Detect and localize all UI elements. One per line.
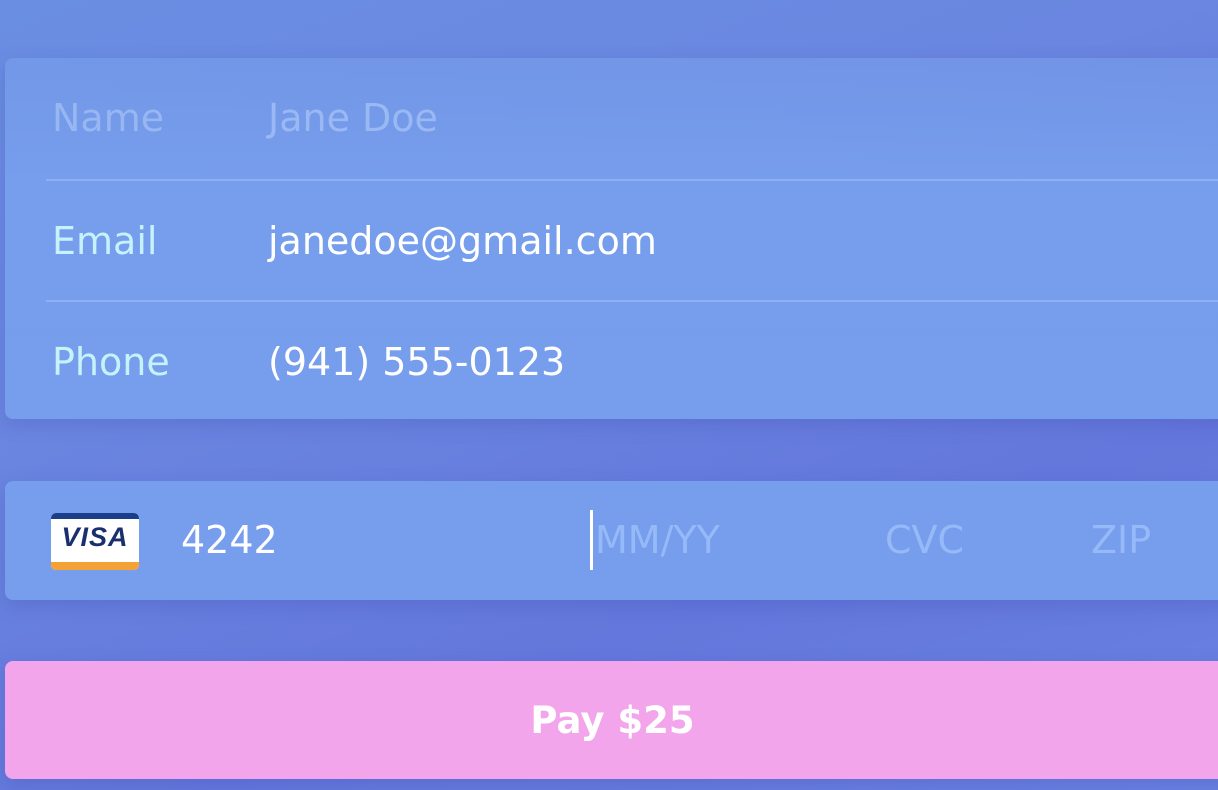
visa-bottom-stripe bbox=[51, 562, 139, 570]
zip-field[interactable]: ZIP bbox=[1091, 481, 1151, 600]
name-label: Name bbox=[52, 96, 165, 140]
pay-button-label: Pay $25 bbox=[530, 698, 695, 742]
visa-card-icon: VISA bbox=[51, 513, 139, 570]
email-row[interactable]: Email janedoe@gmail.com bbox=[46, 179, 1218, 301]
contact-card: Name Jane Doe Email janedoe@gmail.com Ph… bbox=[5, 58, 1218, 419]
card-number-field[interactable]: 4242 bbox=[181, 481, 481, 600]
cvc-field[interactable]: CVC bbox=[885, 481, 964, 600]
name-field[interactable]: Jane Doe bbox=[268, 96, 438, 140]
card-input[interactable]: VISA 4242 MM/YY CVC ZIP bbox=[5, 481, 1218, 600]
name-row[interactable]: Name Jane Doe bbox=[46, 58, 1218, 178]
visa-logo-text: VISA bbox=[61, 522, 129, 552]
email-label: Email bbox=[52, 219, 158, 263]
email-field[interactable]: janedoe@gmail.com bbox=[268, 219, 657, 263]
phone-row[interactable]: Phone (941) 555-0123 bbox=[46, 300, 1218, 421]
pay-button[interactable]: Pay $25 bbox=[5, 661, 1218, 779]
phone-label: Phone bbox=[52, 339, 170, 384]
text-caret bbox=[590, 510, 593, 570]
visa-top-stripe bbox=[51, 513, 139, 519]
expiry-field[interactable]: MM/YY bbox=[595, 481, 720, 600]
phone-field[interactable]: (941) 555-0123 bbox=[268, 340, 565, 384]
